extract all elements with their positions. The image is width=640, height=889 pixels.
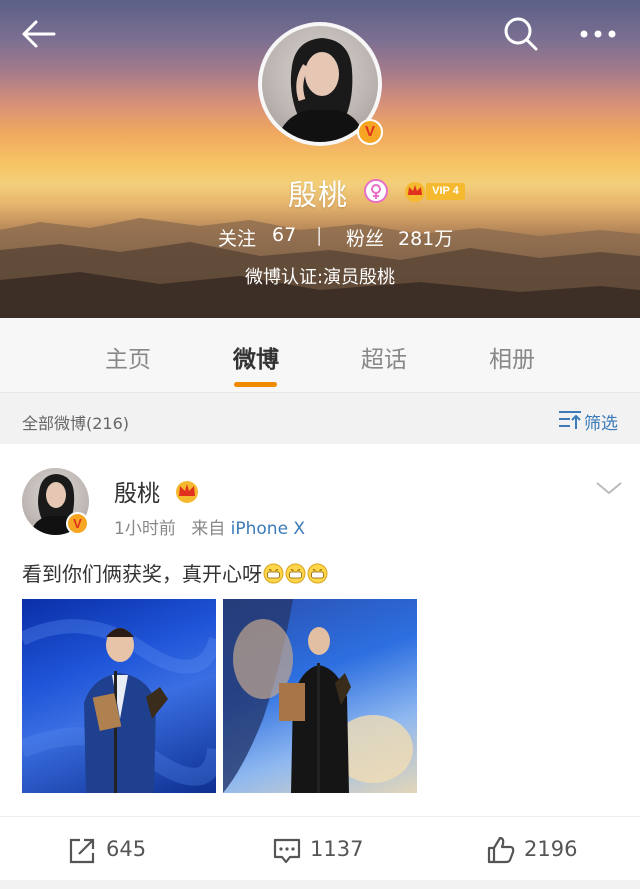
filter-icon (559, 411, 581, 429)
repost-icon (69, 838, 95, 864)
more-icon (580, 30, 616, 38)
like-icon (487, 836, 515, 864)
post-avatar[interactable]: V (22, 468, 94, 540)
post-card: V 殷桃 1小时前 来自 iPhone X 看到你们俩获奖，真开心呀 645 1… (0, 444, 640, 880)
filter-bar: 全部微博(216) 筛选 (0, 394, 640, 444)
following-label[interactable]: 关注 (218, 224, 256, 251)
stats-divider: | (316, 224, 323, 246)
mountain-silhouette (0, 218, 640, 318)
grin-emoji-icon (307, 563, 328, 584)
post-text-content: 看到你们俩获奖，真开心呀 (22, 562, 262, 586)
search-icon (504, 17, 538, 51)
bottom-spacer (0, 880, 640, 889)
post-image-1[interactable] (22, 599, 216, 793)
tab-album[interactable]: 相册 (452, 340, 572, 374)
comment-icon (273, 838, 301, 864)
back-arrow-icon (22, 20, 56, 48)
profile-avatar[interactable]: V (258, 22, 383, 146)
comment-count: 1137 (310, 837, 364, 861)
vip-level: VIP 4 (426, 183, 465, 200)
chevron-down-icon (596, 482, 622, 495)
repost-count: 645 (106, 837, 147, 861)
tab-home[interactable]: 主页 (68, 340, 188, 374)
crown-icon (405, 182, 425, 202)
profile-name: 殷桃 (288, 178, 349, 212)
post-time: 1小时前 (114, 519, 176, 539)
verified-icon: V (66, 512, 89, 535)
profile-cover: V 殷桃 VIP 4 关注 67 | 粉丝 281万 微博认证:演员殷桃 (0, 0, 640, 318)
verification-text: 微博认证:演员殷桃 (244, 267, 396, 288)
post-actions: 645 1137 2196 (0, 816, 640, 880)
filter-label: 筛选 (584, 414, 618, 434)
active-tab-indicator (234, 382, 277, 387)
post-count-label: 全部微博(216) (22, 414, 130, 433)
tab-weibo[interactable]: 微博 (196, 340, 316, 374)
post-text: 看到你们俩获奖，真开心呀 (22, 558, 328, 587)
post-image-2[interactable] (223, 599, 417, 793)
tab-super-topic[interactable]: 超话 (324, 340, 444, 374)
grin-emoji-icon (285, 563, 306, 584)
post-author-name[interactable]: 殷桃 (114, 474, 160, 508)
vip-badge[interactable]: VIP 4 (403, 180, 465, 202)
verified-icon: V (357, 119, 383, 145)
crown-icon (176, 481, 198, 503)
profile-tabs: 主页 微博 超话 相册 (0, 318, 640, 393)
female-icon (364, 179, 388, 203)
following-count[interactable]: 67 (272, 224, 296, 246)
post-source-prefix: 来自 (191, 519, 226, 539)
search-button[interactable] (500, 14, 540, 54)
fans-label[interactable]: 粉丝 (346, 224, 384, 251)
post-source[interactable]: iPhone X (231, 519, 305, 539)
more-button[interactable] (576, 14, 616, 54)
grin-emoji-icon (263, 563, 284, 584)
filter-button[interactable]: 筛选 (558, 407, 628, 434)
back-button[interactable] (18, 14, 58, 54)
post-menu-button[interactable] (594, 478, 624, 498)
fans-count[interactable]: 281万 (398, 224, 453, 251)
post-meta: 1小时前 来自 iPhone X (114, 514, 305, 539)
like-count: 2196 (524, 837, 578, 861)
